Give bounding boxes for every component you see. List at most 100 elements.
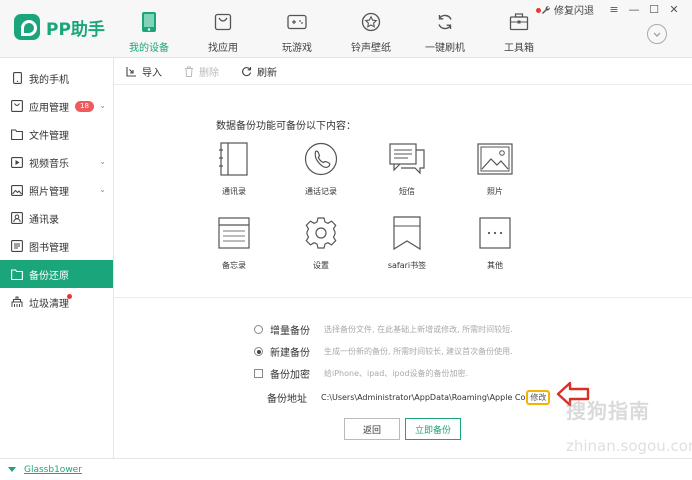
option-description: 生成一份新的备份, 所需时间较长, 建议首次备份使用.	[324, 347, 513, 356]
app-name: PP助手	[46, 19, 105, 40]
backup-item-label: 设置	[313, 261, 329, 270]
maximize-icon[interactable]: ☐	[644, 3, 664, 17]
option-label: 增量备份	[270, 326, 310, 337]
backup-item-label: 照片	[487, 187, 503, 196]
section-divider	[114, 297, 692, 298]
nav-label: 铃声壁纸	[351, 43, 391, 54]
option-description: 给iPhone、ipad、ipod设备的备份加密.	[324, 369, 469, 378]
top-bar: PP助手 我的设备 找应用 玩游戏 铃声壁纸 一键刷机 工具箱 修复闪退 ≡ —…	[0, 0, 692, 58]
sidebar-item-my-phone[interactable]: 我的手机	[0, 64, 113, 92]
sidebar-item-video-music[interactable]: 视频音乐 ⌄	[0, 148, 113, 176]
close-icon[interactable]: ✕	[664, 3, 684, 17]
phone-call-icon	[303, 141, 339, 177]
backup-intro-text: 数据备份功能可备份以下内容：	[216, 121, 356, 132]
watermark-title: 搜狗指南	[566, 399, 650, 423]
sidebar-item-label: 照片管理	[29, 186, 69, 198]
sidebar-item-photo-manager[interactable]: 照片管理 ⌄	[0, 176, 113, 204]
backup-item-notes[interactable]: 备忘录	[204, 215, 264, 271]
sidebar: 我的手机 应用管理 18 ⌄ 文件管理 视频音乐 ⌄ 照片管理 ⌄ 通讯录 图书…	[0, 58, 114, 458]
backup-item-sms[interactable]: 短信	[377, 141, 437, 197]
book-icon	[11, 240, 23, 252]
star-icon	[360, 11, 382, 33]
nav-games[interactable]: 玩游戏	[266, 0, 328, 58]
nav-flash[interactable]: 一键刷机	[414, 0, 476, 58]
backup-icon	[11, 268, 23, 280]
message-icon	[389, 141, 425, 177]
refresh-icon	[434, 11, 456, 33]
chevron-down-icon[interactable]: ⌄	[99, 185, 106, 194]
device-selector[interactable]: Glassb1ower	[8, 465, 82, 475]
backup-item-label: 通讯录	[222, 187, 246, 196]
nav-find-apps[interactable]: 找应用	[192, 0, 254, 58]
backup-path-value: C:\Users\Administrator\AppData\Roaming\A…	[321, 393, 526, 402]
option-label: 新建备份	[270, 348, 310, 359]
modify-path-button[interactable]: 修改	[526, 390, 551, 405]
chevron-down-icon[interactable]: ⌄	[99, 157, 106, 166]
backup-item-contacts[interactable]: 通讯录	[204, 141, 264, 197]
option-label: 备份加密	[270, 370, 310, 381]
backup-panel: 数据备份功能可备份以下内容： 通讯录 通话记录 短信 照片 备忘录 设置 saf…	[114, 85, 692, 458]
pp-logo-icon	[14, 14, 40, 40]
radio-button[interactable]	[254, 347, 263, 356]
sidebar-item-book-manager[interactable]: 图书管理	[0, 232, 113, 260]
back-button[interactable]: 返回	[344, 418, 400, 440]
backup-now-button[interactable]: 立即备份	[405, 418, 461, 440]
backup-item-settings[interactable]: 设置	[291, 215, 351, 271]
nav-my-device[interactable]: 我的设备	[118, 0, 180, 58]
sidebar-item-junk-cleaner[interactable]: 垃圾清理	[0, 288, 113, 316]
watermark-url: zhinan.sogou.com	[566, 437, 692, 455]
refresh-button[interactable]: 刷新	[241, 64, 277, 79]
nav-ringtones[interactable]: 铃声壁纸	[340, 0, 402, 58]
menu-icon[interactable]: ≡	[604, 3, 624, 17]
bookmark-icon	[389, 215, 425, 251]
delete-button[interactable]: 删除	[184, 64, 219, 79]
incremental-backup-option[interactable]: 增量备份 选择备份文件, 在此基础上新增或修改, 所需时间较短.	[254, 322, 513, 337]
app-icon	[11, 100, 23, 112]
photo-icon	[477, 141, 513, 177]
minimize-icon[interactable]: —	[624, 3, 644, 17]
status-bar: Glassb1ower	[0, 458, 692, 480]
device-name: Glassb1ower	[24, 464, 82, 475]
nav-label: 一键刷机	[425, 43, 465, 54]
backup-item-call-log[interactable]: 通话记录	[291, 141, 351, 197]
radio-button[interactable]	[254, 325, 263, 334]
backup-item-label: 通话记录	[305, 187, 337, 196]
refresh-label: 刷新	[257, 67, 277, 79]
gear-icon	[303, 215, 339, 251]
sidebar-item-label: 备份还原	[29, 270, 69, 282]
contacts-icon	[11, 212, 23, 224]
sidebar-item-label: 我的手机	[29, 74, 69, 86]
gamepad-icon	[286, 11, 308, 33]
backup-item-other[interactable]: 其他	[465, 215, 525, 271]
trash-icon	[185, 66, 193, 77]
sidebar-item-label: 通讯录	[29, 214, 59, 226]
download-icon[interactable]	[647, 24, 667, 44]
backup-path-row: 备份地址 C:\Users\Administrator\AppData\Roam…	[267, 390, 551, 405]
sidebar-item-app-manager[interactable]: 应用管理 18 ⌄	[0, 92, 113, 120]
window-controls: 修复闪退 ≡ — ☐ ✕	[541, 2, 684, 17]
sidebar-item-backup-restore[interactable]: 备份还原	[0, 260, 113, 288]
sidebar-item-contacts[interactable]: 通讯录	[0, 204, 113, 232]
checkbox[interactable]	[254, 369, 263, 378]
sidebar-item-file-manager[interactable]: 文件管理	[0, 120, 113, 148]
new-backup-option[interactable]: 新建备份 生成一份新的备份, 所需时间较长, 建议首次备份使用.	[254, 344, 513, 359]
encrypt-backup-option[interactable]: 备份加密 给iPhone、ipad、ipod设备的备份加密.	[254, 366, 468, 381]
backup-item-label: 备忘录	[222, 261, 246, 270]
toolbox-icon	[508, 11, 530, 33]
chevron-down-icon[interactable]: ⌄	[99, 101, 106, 110]
import-icon	[126, 66, 136, 77]
update-count-badge: 18	[75, 100, 94, 112]
nav-label: 我的设备	[129, 43, 169, 54]
notification-dot	[67, 294, 72, 299]
nav-label: 玩游戏	[282, 43, 312, 54]
delete-label: 删除	[199, 67, 219, 79]
caret-down-icon	[8, 467, 16, 472]
backup-item-label: 其他	[487, 261, 503, 270]
phone-icon	[138, 11, 160, 33]
backup-item-safari-bookmarks[interactable]: safari书签	[377, 215, 437, 271]
backup-item-photos[interactable]: 照片	[465, 141, 525, 197]
import-button[interactable]: 导入	[126, 64, 162, 79]
app-logo: PP助手	[14, 14, 105, 40]
repair-crash-button[interactable]: 修复闪退	[541, 2, 594, 17]
notes-icon	[216, 215, 252, 251]
